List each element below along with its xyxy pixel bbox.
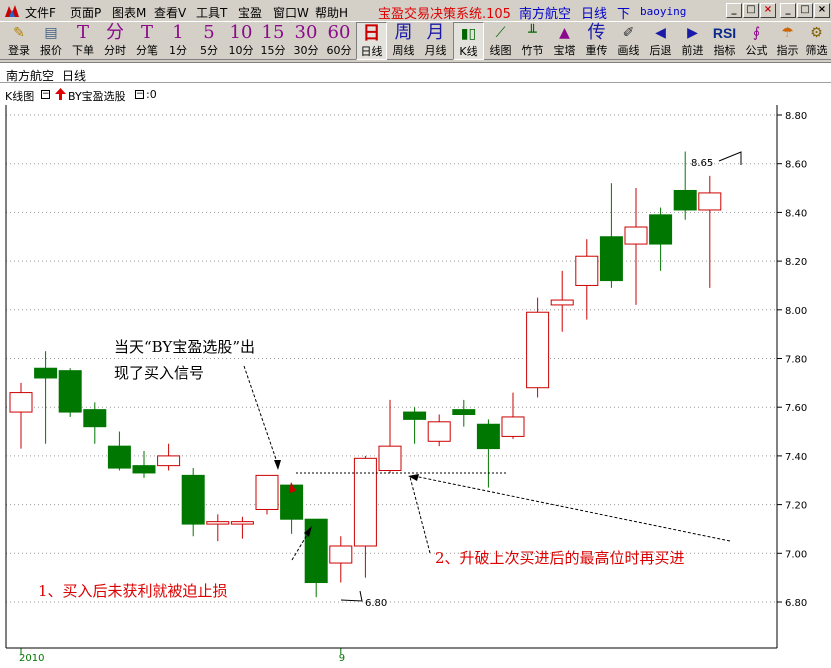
- candle-body: [329, 545, 353, 564]
- signal-annotation-line2: 现了买入信号: [114, 364, 204, 382]
- candle-body: [476, 423, 500, 450]
- stop-loss-annotation: 1、买入后未获利就被迫止损: [38, 582, 228, 600]
- candle-body: [550, 299, 574, 306]
- rebuy-arrow-line-1: [409, 476, 431, 554]
- y-tick-label: 7.60: [785, 403, 807, 414]
- candle-body: [575, 255, 599, 286]
- candlestick-chart[interactable]: 6.80 7.00 7.20 7.40 7.60 7.80 8.00 8.20 8.40 8.60…: [0, 0, 831, 668]
- low-label: 6.80: [365, 598, 387, 609]
- y-tick-label: 8.80: [785, 111, 807, 122]
- candle-body: [501, 416, 525, 437]
- y-tick-label: 8.00: [785, 306, 807, 317]
- y-tick-label: 7.40: [785, 452, 807, 463]
- candle-body: [378, 445, 402, 472]
- y-tick-label: 7.20: [785, 501, 807, 512]
- candle-body: [58, 370, 82, 413]
- y-tick-label: 7.80: [785, 355, 807, 366]
- candle-body: [206, 521, 230, 525]
- y-tick-label: 8.40: [785, 208, 807, 219]
- signal-arrow-line: [243, 365, 279, 466]
- candle-body: [353, 457, 377, 547]
- candle-body: [624, 226, 648, 245]
- rebuy-annotation: 2、升破上次买进后的最高位时再买进: [435, 549, 685, 567]
- high-marker: [718, 151, 742, 165]
- app-window: 文件F 页面P 图表M 查看V 工具T 宝盈 窗口W 帮助H 宝盈交易决策系统.…: [0, 0, 831, 668]
- candle-body: [599, 236, 623, 282]
- candle-body: [649, 214, 673, 245]
- candle-body: [452, 409, 476, 416]
- signal-arrow-head: [274, 460, 281, 470]
- candle-body: [403, 411, 427, 420]
- signal-annotation-line1: 当天“BY宝盈选股”出: [114, 338, 255, 356]
- y-tick-label: 7.00: [785, 549, 807, 560]
- candle-body: [9, 392, 33, 413]
- candle-body: [427, 421, 451, 442]
- low-marker: [340, 590, 363, 602]
- y-tick-label: 8.20: [785, 257, 807, 268]
- candle-body: [132, 465, 156, 474]
- candle-body: [83, 409, 107, 428]
- candle-body: [107, 445, 131, 469]
- x-tick-label: 9: [339, 653, 345, 664]
- candle-body: [673, 189, 697, 211]
- candle-body: [255, 474, 279, 510]
- y-tick-label: 8.60: [785, 160, 807, 171]
- high-label: 8.65: [691, 158, 713, 169]
- candle-body: [34, 367, 58, 379]
- candle-body: [157, 455, 181, 467]
- candle-body: [304, 518, 328, 584]
- candle-body: [181, 474, 205, 525]
- x-tick-label: 2010: [19, 653, 44, 664]
- rebuy-arrow-head: [408, 474, 419, 481]
- rebuy-arrow-line-2: [413, 475, 731, 542]
- candle-body: [698, 192, 722, 211]
- y-tick-label: 6.80: [785, 598, 807, 609]
- candle-body: [526, 311, 550, 389]
- candle-body: [230, 521, 254, 525]
